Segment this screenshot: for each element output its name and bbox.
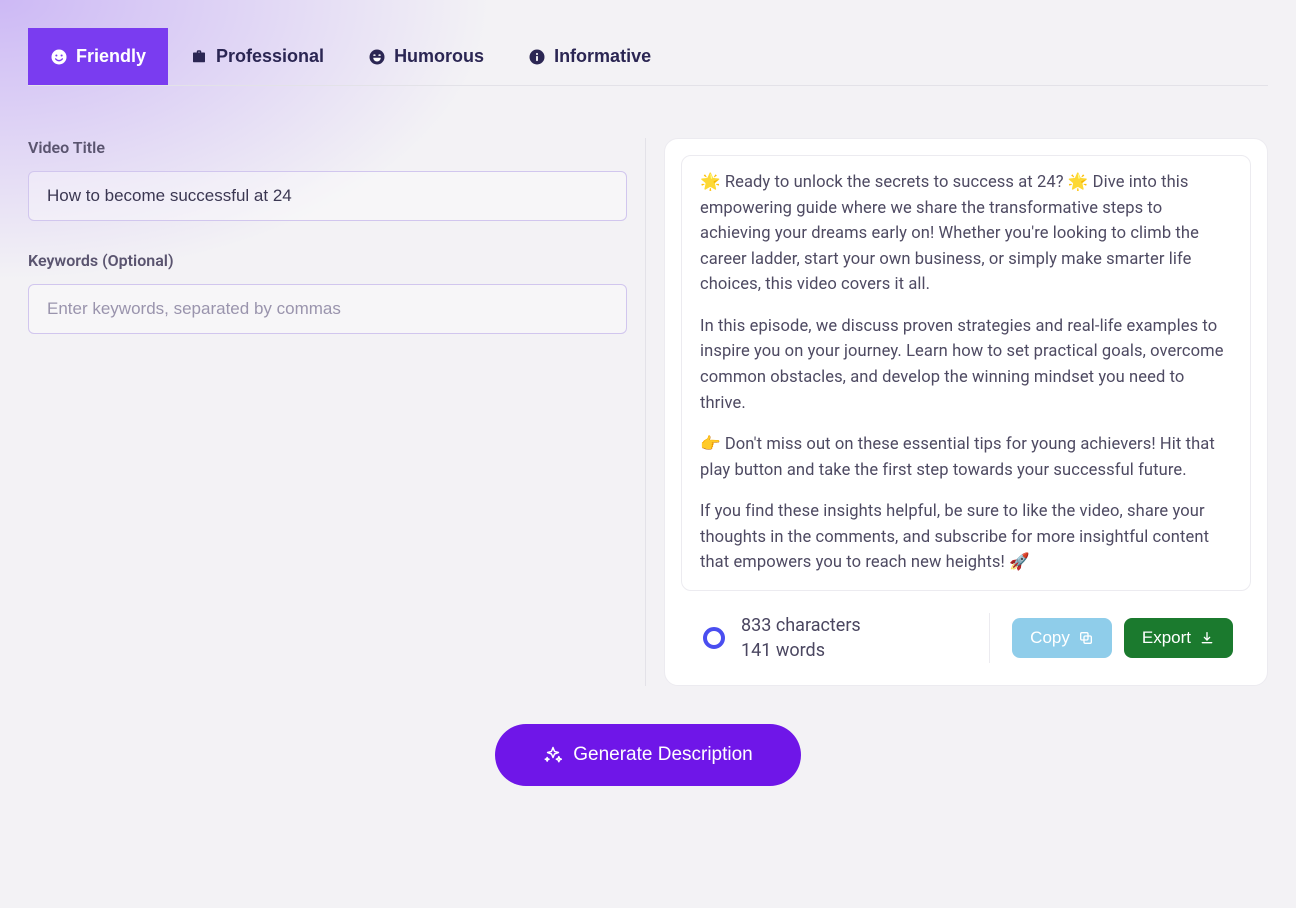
copy-label: Copy bbox=[1030, 628, 1070, 648]
output-stats: 833 characters 141 words bbox=[741, 613, 861, 663]
keywords-input[interactable] bbox=[28, 284, 627, 334]
tab-label: Professional bbox=[216, 46, 324, 67]
tab-label: Friendly bbox=[76, 46, 146, 67]
sparkle-icon bbox=[543, 745, 563, 765]
generate-label: Generate Description bbox=[573, 744, 753, 766]
output-card: 🌟 Ready to unlock the secrets to success… bbox=[664, 138, 1268, 686]
info-icon bbox=[528, 48, 546, 66]
output-paragraph: 🌟 Ready to unlock the secrets to success… bbox=[700, 170, 1232, 298]
tone-tabs: Friendly Professional Humorous Informati… bbox=[28, 28, 1268, 86]
smile-icon bbox=[50, 48, 68, 66]
copy-icon bbox=[1078, 630, 1094, 646]
output-text: 🌟 Ready to unlock the secrets to success… bbox=[681, 155, 1251, 591]
tab-label: Informative bbox=[554, 46, 651, 67]
generate-button[interactable]: Generate Description bbox=[495, 724, 801, 786]
laugh-icon bbox=[368, 48, 386, 66]
divider bbox=[989, 613, 990, 663]
video-title-input[interactable] bbox=[28, 171, 627, 221]
output-paragraph: If you find these insights helpful, be s… bbox=[700, 499, 1232, 576]
output-paragraph: 👉 Don't miss out on these essential tips… bbox=[700, 432, 1232, 483]
tab-informative[interactable]: Informative bbox=[506, 28, 673, 85]
download-icon bbox=[1199, 630, 1215, 646]
video-title-label: Video Title bbox=[28, 138, 627, 157]
tab-label: Humorous bbox=[394, 46, 484, 67]
progress-ring-icon bbox=[703, 627, 725, 649]
briefcase-icon bbox=[190, 48, 208, 66]
tab-professional[interactable]: Professional bbox=[168, 28, 346, 85]
tab-humorous[interactable]: Humorous bbox=[346, 28, 506, 85]
copy-button[interactable]: Copy bbox=[1012, 618, 1112, 658]
export-label: Export bbox=[1142, 628, 1191, 648]
tab-friendly[interactable]: Friendly bbox=[28, 28, 168, 85]
keywords-label: Keywords (Optional) bbox=[28, 251, 627, 270]
export-button[interactable]: Export bbox=[1124, 618, 1233, 658]
output-paragraph: In this episode, we discuss proven strat… bbox=[700, 314, 1232, 416]
word-count: 141 words bbox=[741, 638, 861, 663]
char-count: 833 characters bbox=[741, 613, 861, 638]
